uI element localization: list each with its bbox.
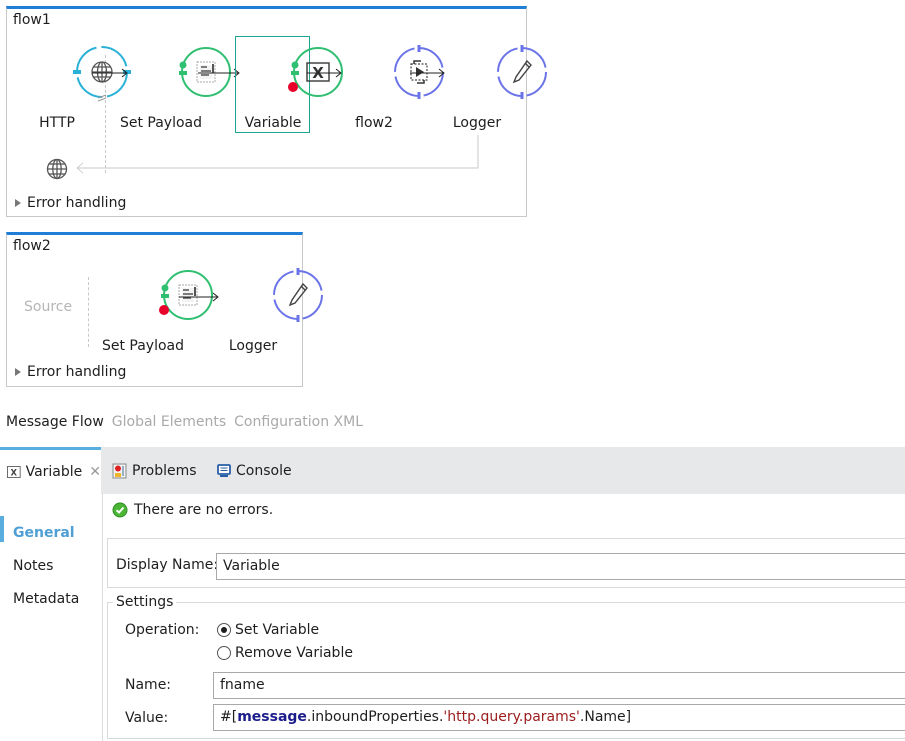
flow-title: flow2	[13, 238, 51, 254]
node-set-payload[interactable]: Set Payload	[98, 265, 213, 360]
tab-label: Problems	[132, 462, 197, 479]
flow-title: flow1	[13, 12, 51, 28]
active-indicator	[0, 516, 4, 542]
node-label: Logger	[452, 115, 502, 131]
properties-sidenav: General Notes Metadata	[0, 494, 103, 741]
expr-prefix: #[	[220, 709, 238, 725]
node-set-payload[interactable]: Set Payload	[116, 42, 231, 137]
node-label: Set Payload	[119, 115, 203, 131]
flow2-container[interactable]: flow2 Source Set Payload Logger Error ha…	[6, 232, 323, 387]
radio-set-variable[interactable]: Set Variable	[217, 622, 319, 638]
radio-label: Remove Variable	[235, 645, 353, 661]
settings-legend: Settings	[113, 594, 177, 610]
error-handling-label: Error handling	[27, 364, 127, 380]
panel-tab-bar: X Variable ✕ Problems Console	[0, 447, 905, 494]
value-label: Value:	[125, 710, 169, 726]
expr-string: 'http.query.params'	[443, 709, 580, 725]
status-message: There are no errors.	[112, 502, 273, 518]
radio-button-unchecked[interactable]	[217, 646, 231, 660]
tab-configuration-xml[interactable]: Configuration XML	[234, 414, 363, 430]
radio-label: Set Variable	[235, 622, 320, 638]
error-handling-toggle[interactable]: Error handling	[15, 364, 126, 380]
pencil-icon	[288, 282, 308, 307]
node-logger[interactable]: Logger	[432, 42, 547, 137]
tab-global-elements[interactable]: Global Elements	[112, 414, 226, 430]
flow1-container[interactable]: flow1 HTTP Set Payload X Variable flow2 …	[6, 6, 547, 217]
breakpoint-icon	[288, 82, 298, 92]
expand-triangle-icon	[15, 368, 21, 376]
error-handling-toggle[interactable]: Error handling	[15, 195, 126, 211]
globe-icon	[46, 158, 68, 180]
value-expression-input[interactable]: #[message.inboundProperties.'http.query.…	[213, 704, 905, 731]
node-flow-reference[interactable]: flow2	[329, 42, 444, 137]
close-icon[interactable]: ✕	[89, 464, 101, 480]
editor-tabs: Message Flow Global Elements Configurati…	[6, 414, 363, 430]
source-placeholder: Source	[24, 299, 73, 315]
breakpoint-icon	[159, 305, 169, 315]
expr-middle: .inboundProperties.	[306, 709, 444, 725]
radio-remove-variable[interactable]: Remove Variable	[217, 645, 353, 661]
node-label: HTTP	[39, 115, 75, 131]
expr-suffix: .Name]	[579, 709, 632, 725]
sidenav-item-general[interactable]: General	[13, 525, 75, 541]
tab-console[interactable]: Console	[217, 447, 292, 494]
mule-studio-canvas: flow1 HTTP Set Payload X Variable flow2 …	[0, 0, 905, 741]
node-label: Set Payload	[101, 338, 185, 354]
tab-label: Console	[236, 462, 292, 479]
console-icon	[217, 463, 231, 477]
response-path	[76, 135, 479, 174]
node-label: Logger	[228, 338, 278, 354]
problems-icon	[112, 463, 127, 478]
tab-problems[interactable]: Problems	[112, 447, 197, 494]
pencil-icon	[512, 59, 532, 84]
svg-text:X: X	[11, 467, 18, 477]
name-input[interactable]: fname	[213, 672, 905, 699]
name-label: Name:	[125, 677, 172, 693]
display-name-input[interactable]: Variable	[216, 553, 905, 580]
tab-label: Variable	[25, 464, 83, 480]
source-separator	[88, 277, 89, 347]
error-handling-label: Error handling	[27, 195, 127, 211]
radio-button-checked[interactable]	[217, 623, 231, 637]
node-label: Variable	[244, 115, 302, 131]
variable-icon: X	[7, 466, 21, 478]
logger-shape	[273, 268, 323, 322]
sidenav-item-metadata[interactable]: Metadata	[13, 591, 79, 607]
status-text: There are no errors.	[134, 502, 274, 518]
node-http[interactable]: HTTP	[12, 42, 131, 137]
tab-message-flow[interactable]: Message Flow	[6, 414, 104, 430]
node-logger[interactable]: Logger	[208, 265, 323, 360]
operation-label: Operation:	[125, 622, 200, 638]
display-name-label: Display Name:	[116, 557, 219, 573]
node-variable[interactable]: X Variable	[228, 42, 343, 137]
expand-triangle-icon	[15, 199, 21, 207]
expr-keyword: message	[237, 709, 307, 725]
sidenav-item-notes[interactable]: Notes	[13, 558, 53, 574]
node-label: flow2	[355, 115, 393, 131]
check-circle-icon	[112, 502, 128, 518]
tab-variable-properties[interactable]: X Variable ✕	[0, 447, 101, 494]
logger-shape	[497, 45, 547, 99]
